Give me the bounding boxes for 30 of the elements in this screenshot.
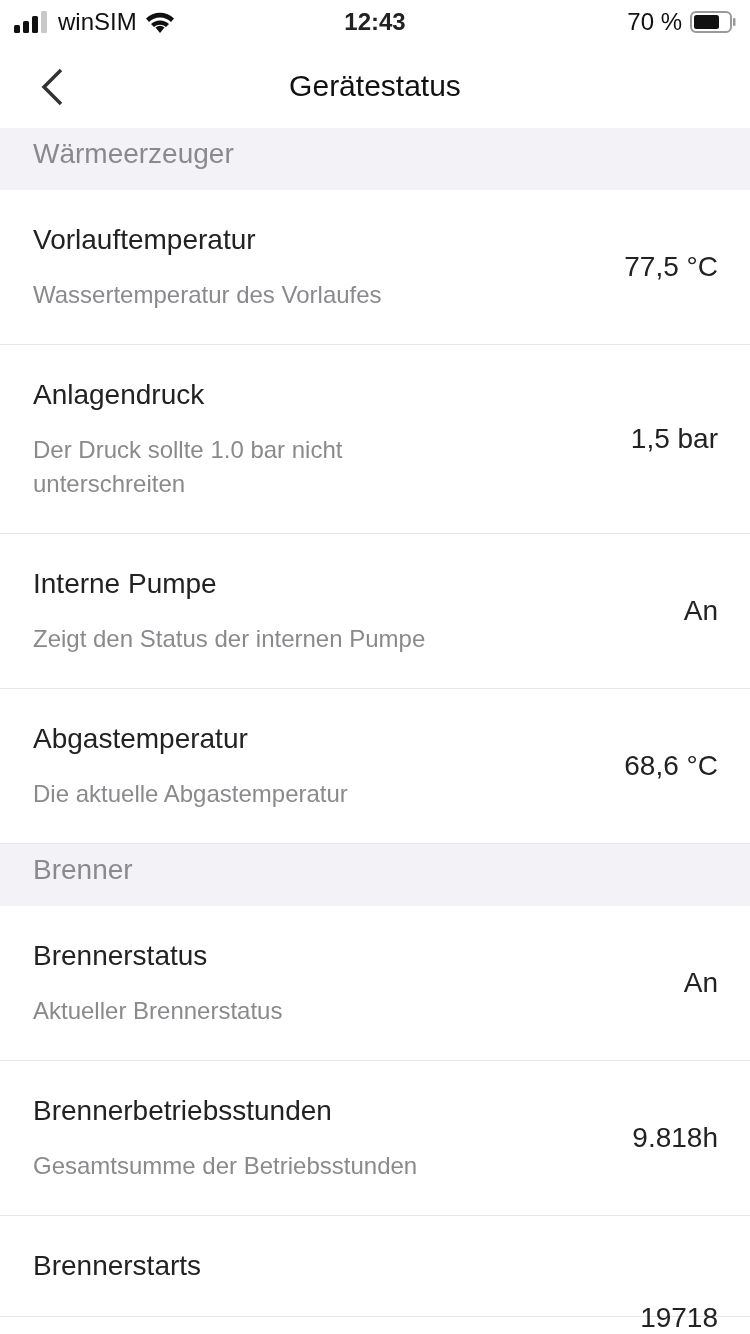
row-value: 77,5 °C: [624, 251, 718, 283]
signal-icon: [14, 11, 50, 33]
screen-title: Gerätestatus: [289, 69, 461, 103]
clock-time: 12:43: [344, 8, 406, 36]
row-description: Aktueller Brennerstatus: [33, 996, 283, 1026]
row-value: 68,6 °C: [624, 750, 718, 782]
row-title: Anlagendruck: [33, 378, 206, 412]
row-title: Brennerstatus: [33, 939, 209, 973]
row-value: An: [683, 595, 718, 627]
row-value: An: [683, 967, 718, 999]
row-value: 1,5 bar: [630, 423, 718, 455]
row-description: Wassertemperatur des Vorlaufes: [33, 280, 382, 310]
chevron-left-icon: [40, 68, 64, 106]
section-header: Wärmeerzeuger: [0, 128, 750, 190]
row-value: 19718: [640, 1302, 718, 1334]
row-value: 9.818h: [632, 1122, 718, 1154]
wifi-icon: [144, 11, 175, 33]
row-description: Gesamtsumme der Betriebsstunden: [33, 1151, 418, 1181]
row-description: Der Druck sollte 1.0 bar nicht unterschreiten: [33, 435, 344, 499]
carrier-name: winSIM: [58, 8, 137, 36]
row-title: Brennerbetriebsstunden: [33, 1094, 333, 1128]
row-description: Die aktuelle Abgastemperatur: [33, 779, 348, 809]
row-title: Interne Pumpe: [33, 567, 218, 601]
row-title: Vorlauftemperatur: [33, 223, 257, 257]
battery-icon: [690, 11, 736, 33]
row-title: Abgastemperatur: [33, 722, 249, 756]
row-title: Brennerstarts: [33, 1249, 202, 1283]
section-header: Brenner: [0, 844, 750, 906]
row-description: Zeigt den Status der internen Pumpe: [33, 624, 426, 654]
battery-percentage: 70 %: [627, 8, 682, 36]
